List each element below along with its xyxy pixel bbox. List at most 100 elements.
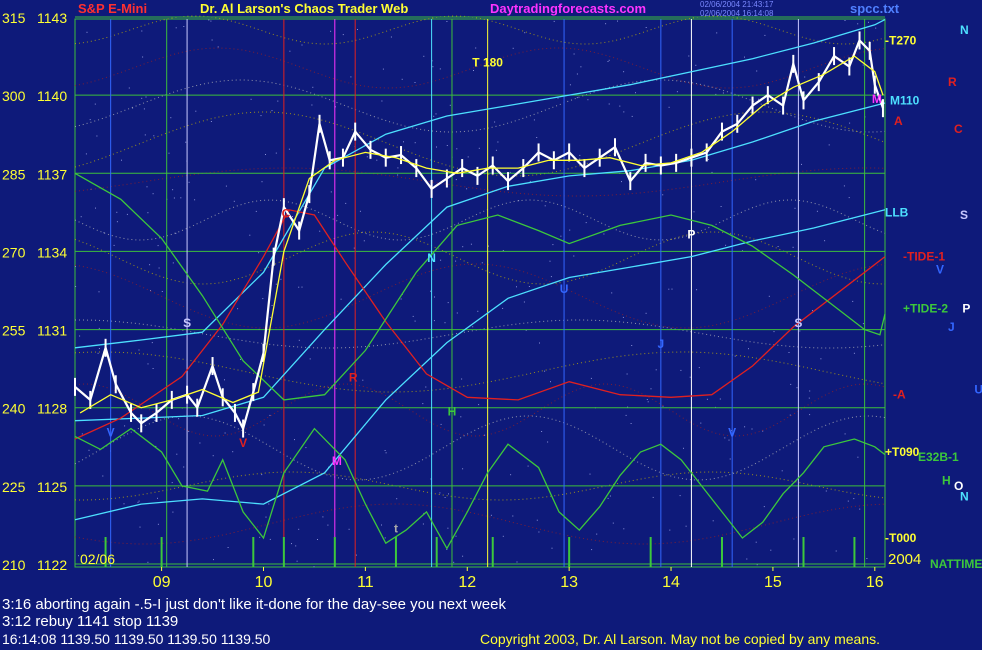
star-dot: [462, 246, 464, 248]
x-axis-labels: 09 10 11 12 13 14 15 16: [153, 567, 884, 591]
star-dot: [384, 450, 386, 451]
star-dot: [259, 536, 261, 538]
star-dot: [145, 96, 147, 98]
y-tick-left: 225: [2, 479, 26, 495]
star-dot: [706, 398, 708, 400]
star-dot: [617, 20, 618, 22]
star-dot: [828, 144, 830, 146]
star-dot: [149, 264, 151, 266]
star-dot: [433, 320, 435, 322]
star-dot: [355, 554, 357, 556]
star-dot: [777, 246, 779, 247]
star-dot: [728, 439, 730, 441]
star-dot: [98, 327, 100, 329]
side-letter: J: [948, 320, 955, 334]
star-dot: [746, 558, 748, 560]
star-dot: [631, 115, 633, 117]
vertical-lines: [110, 19, 866, 567]
star-dot: [630, 423, 632, 424]
star-dot: [788, 352, 790, 353]
star-dot: [381, 100, 383, 102]
star-dot: [86, 31, 88, 33]
side-letter: P: [962, 302, 970, 316]
star-dot: [81, 433, 83, 435]
star-dot: [523, 301, 525, 303]
marker-label: P: [687, 227, 695, 241]
star-dot: [359, 210, 361, 212]
star-dot: [550, 381, 551, 383]
star-dot: [301, 286, 303, 288]
star-dot: [478, 147, 480, 149]
star-dot: [210, 20, 212, 22]
star-dot: [844, 20, 846, 21]
star-dot: [763, 506, 765, 508]
star-dot: [217, 46, 219, 48]
star-dot: [161, 291, 163, 292]
right-label: +TIDE-2: [903, 302, 948, 316]
star-dot: [269, 316, 271, 318]
star-dot: [751, 428, 753, 430]
star-dot: [403, 141, 404, 143]
star-dot: [544, 205, 546, 207]
dotted-wave: [74, 15, 886, 45]
star-dot: [144, 134, 146, 136]
star-dot: [516, 561, 518, 563]
star-dot: [173, 197, 175, 199]
marker-label: V: [728, 425, 736, 439]
star-dot: [212, 455, 214, 457]
star-dot: [313, 566, 315, 568]
star-dot: [440, 423, 442, 425]
star-dot: [683, 447, 684, 449]
star-dot: [396, 498, 398, 500]
star-dot: [240, 358, 241, 360]
star-dot: [116, 211, 118, 213]
star-dot: [447, 527, 449, 529]
star-dot: [857, 23, 859, 25]
star-dot: [85, 153, 87, 155]
star-dot: [305, 447, 307, 449]
star-dot: [298, 339, 300, 341]
star-dot: [172, 262, 174, 264]
star-dot: [422, 403, 424, 405]
star-dot: [312, 86, 314, 88]
right-label: E32B-1: [918, 450, 959, 464]
star-dot: [224, 379, 225, 381]
star-dot: [147, 363, 149, 365]
star-dot: [835, 550, 837, 552]
star-dot: [794, 207, 796, 209]
y-tick-left: 210: [2, 557, 26, 573]
star-dot: [696, 289, 698, 291]
star-dot: [712, 520, 714, 522]
star-dot: [809, 390, 811, 392]
star-dot: [619, 105, 621, 107]
star-dot: [422, 523, 424, 525]
star-dot: [294, 439, 295, 441]
star-dot: [719, 398, 721, 400]
y-tick-price: 1131: [37, 323, 67, 339]
star-dot: [472, 326, 474, 328]
star-dot: [475, 47, 477, 49]
star-dot: [816, 210, 818, 212]
star-dot: [180, 197, 182, 199]
star-dot: [541, 431, 543, 432]
dotted-wave: [74, 415, 886, 481]
y-tick-price: 1128: [37, 401, 67, 417]
star-dot: [700, 422, 702, 424]
star-dot: [298, 286, 300, 288]
star-dot: [397, 167, 399, 169]
star-dot: [96, 135, 98, 137]
star-dot: [724, 437, 726, 439]
right-label: -T270: [885, 33, 917, 47]
star-dot: [381, 524, 382, 526]
star-dot: [75, 286, 77, 287]
star-dot: [662, 194, 664, 196]
star-dot: [194, 199, 196, 201]
star-dot: [685, 525, 687, 527]
right-label: NATTIME: [930, 557, 982, 571]
quote-line: 16:14:08 1139.50 1139.50 1139.50 1139.50: [2, 631, 271, 647]
star-dot: [171, 482, 173, 484]
star-dot: [608, 103, 610, 105]
y-tick-price: 1122: [37, 557, 67, 573]
star-dot: [232, 451, 234, 453]
star-dot: [322, 516, 324, 518]
